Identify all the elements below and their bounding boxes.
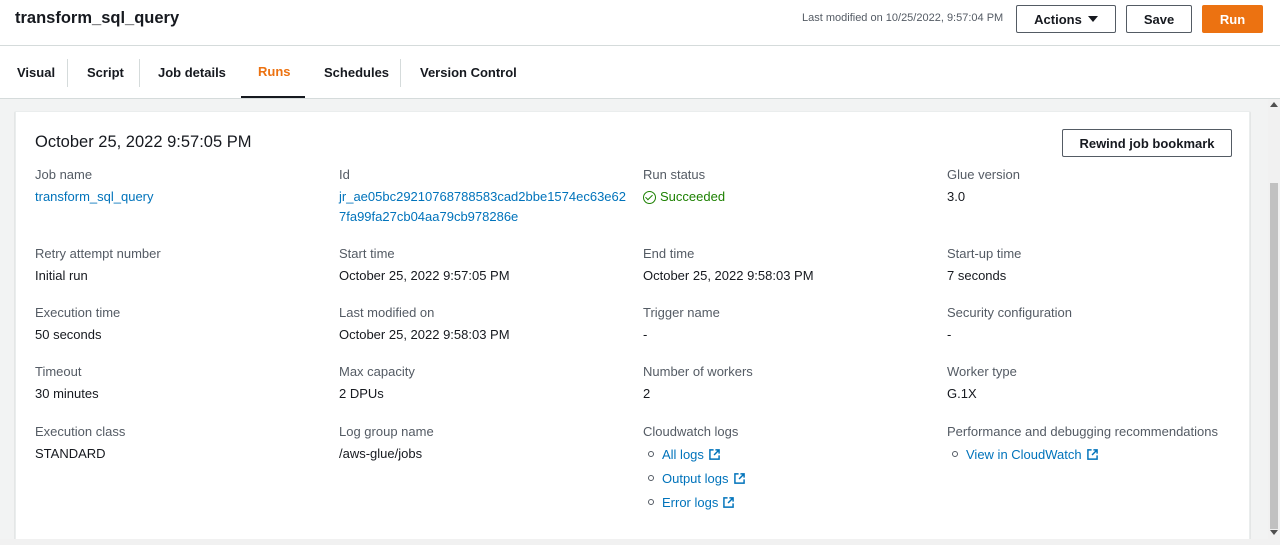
tab-bar: Visual Script Job details Runs Schedules… <box>0 46 1280 99</box>
bullet-icon <box>648 499 654 505</box>
worker-type-value: G.1X <box>947 386 977 401</box>
run-id-line-2: 7fa99fa27cb04aa79cb978286e <box>339 209 519 224</box>
end-time-value: October 25, 2022 9:58:03 PM <box>643 268 814 283</box>
run-status-label: Run status <box>643 167 706 182</box>
worker-type-label: Worker type <box>947 364 1017 379</box>
actions-button-label: Actions <box>1034 11 1082 27</box>
list-item: All logs <box>643 442 745 466</box>
execution-time-label: Execution time <box>35 305 121 320</box>
timeout-value: 30 minutes <box>35 386 99 401</box>
list-item: Output logs <box>643 466 745 490</box>
page-header: transform_sql_query Last modified on 10/… <box>0 0 1280 46</box>
job-name-link[interactable]: transform_sql_query <box>35 187 154 207</box>
startup-time-value: 7 seconds <box>947 268 1007 283</box>
tab-divider <box>67 59 68 87</box>
run-button[interactable]: Run <box>1202 5 1263 33</box>
external-link-icon <box>709 448 720 460</box>
bullet-icon <box>648 451 654 457</box>
glue-version-label: Glue version <box>947 167 1020 182</box>
log-group-label: Log group name <box>339 424 434 439</box>
save-button[interactable]: Save <box>1126 5 1192 33</box>
tab-version-control[interactable]: Version Control <box>403 46 534 98</box>
horizontal-scrollbar[interactable] <box>0 539 1280 545</box>
error-logs-link[interactable]: Error logs <box>662 495 718 510</box>
execution-time-value: 50 seconds <box>35 327 102 342</box>
vertical-scrollbar[interactable] <box>1268 99 1280 539</box>
content-area: October 25, 2022 9:57:05 PM Rewind job b… <box>0 99 1268 545</box>
tab-runs[interactable]: Runs <box>241 46 305 98</box>
perf-recs-label: Performance and debugging recommendation… <box>947 424 1219 439</box>
timeout-label: Timeout <box>35 364 82 379</box>
external-link-icon <box>1086 448 1098 460</box>
tab-visual[interactable]: Visual <box>0 46 72 98</box>
log-group-value: /aws-glue/jobs <box>339 446 423 461</box>
rewind-job-bookmark-button[interactable]: Rewind job bookmark <box>1062 129 1232 157</box>
tab-divider <box>400 59 401 87</box>
max-capacity-value: 2 DPUs <box>339 386 384 401</box>
trigger-name-value: - <box>643 327 648 342</box>
start-time-value: October 25, 2022 9:57:05 PM <box>339 268 510 283</box>
run-id-link[interactable]: jr_ae05bc29210768788583cad2bbe1574ec63e6… <box>339 187 626 227</box>
max-capacity-label: Max capacity <box>339 364 415 379</box>
actions-button[interactable]: Actions <box>1016 5 1116 33</box>
bullet-icon <box>648 475 654 481</box>
run-status-text: Succeeded <box>660 189 726 204</box>
security-config-value: - <box>947 327 952 342</box>
security-config-label: Security configuration <box>947 305 1073 320</box>
tab-job-details[interactable]: Job details <box>141 46 243 98</box>
job-name-label: Job name <box>35 167 93 182</box>
start-time-label: Start time <box>339 246 395 261</box>
end-time-label: End time <box>643 246 695 261</box>
id-label: Id <box>339 167 350 182</box>
scroll-up-arrow-icon[interactable] <box>1270 102 1278 107</box>
view-in-cloudwatch-link[interactable]: View in CloudWatch <box>966 447 1082 462</box>
startup-time-label: Start-up time <box>947 246 1022 261</box>
tab-script[interactable]: Script <box>70 46 141 98</box>
scroll-thumb[interactable] <box>1270 183 1278 529</box>
last-modified-label: Last modified on <box>339 305 435 320</box>
trigger-name-label: Trigger name <box>643 305 720 320</box>
all-logs-link[interactable]: All logs <box>662 447 704 462</box>
num-workers-label: Number of workers <box>643 364 753 379</box>
external-link-icon <box>733 472 745 484</box>
output-logs-link[interactable]: Output logs <box>662 471 729 486</box>
bullet-icon <box>952 451 958 457</box>
execution-class-value: STANDARD <box>35 446 106 461</box>
tab-schedules[interactable]: Schedules <box>307 46 406 98</box>
run-id-line-1: jr_ae05bc29210768788583cad2bbe1574ec63e6… <box>339 189 626 204</box>
list-item: Error logs <box>643 490 745 514</box>
run-details-card: October 25, 2022 9:57:05 PM Rewind job b… <box>15 111 1250 545</box>
retry-attempt-label: Retry attempt number <box>35 246 161 261</box>
success-check-icon <box>643 190 656 204</box>
last-modified-text: Last modified on 10/25/2022, 9:57:04 PM <box>802 12 1004 24</box>
retry-attempt-value: Initial run <box>35 268 88 283</box>
perf-recs-list: View in CloudWatch <box>947 442 1098 466</box>
external-link-icon <box>723 496 735 508</box>
cloudwatch-logs-label: Cloudwatch logs <box>643 424 739 439</box>
page-title: transform_sql_query <box>15 9 180 27</box>
execution-class-label: Execution class <box>35 424 126 439</box>
last-modified-value: October 25, 2022 9:58:03 PM <box>339 327 510 342</box>
scroll-down-arrow-icon[interactable] <box>1270 530 1278 535</box>
glue-version-value: 3.0 <box>947 189 966 204</box>
tab-divider <box>139 59 140 87</box>
num-workers-value: 2 <box>643 386 651 401</box>
list-item: View in CloudWatch <box>947 442 1098 466</box>
run-title: October 25, 2022 9:57:05 PM <box>35 133 252 151</box>
run-status-value: Succeeded <box>643 187 725 207</box>
cloudwatch-logs-list: All logs Output logs Error logs <box>643 442 745 514</box>
caret-down-icon <box>1087 16 1098 22</box>
